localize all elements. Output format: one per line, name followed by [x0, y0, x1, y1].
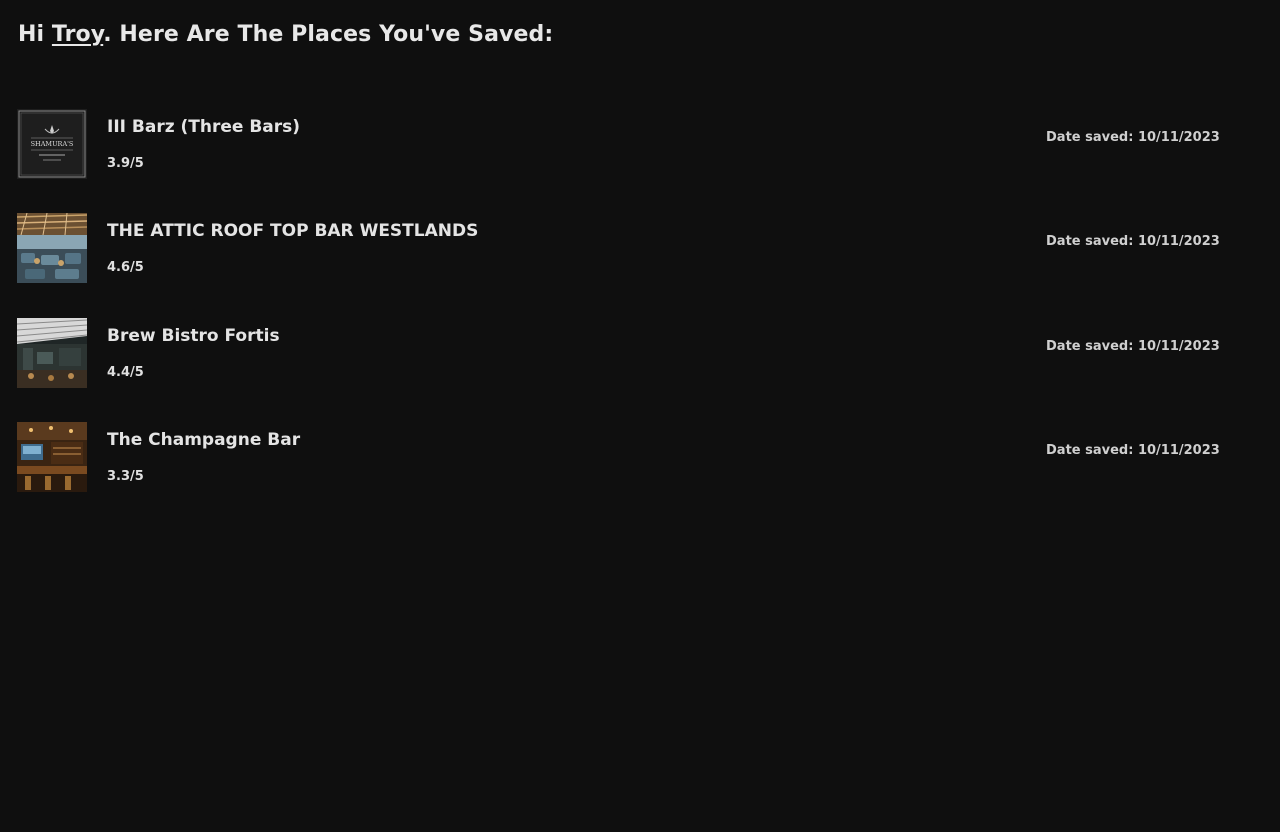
place-rating: 4.6/5: [107, 260, 144, 275]
place-thumbnail[interactable]: SHAMURA'S: [17, 109, 87, 179]
page-title: Hi Troy. Here Are The Places You've Save…: [18, 22, 553, 47]
greeting-suffix: . Here Are The Places You've Saved:: [103, 22, 554, 47]
date-saved: Date saved: 10/11/2023: [1046, 130, 1220, 145]
svg-text:SHAMURA'S: SHAMURA'S: [31, 140, 74, 148]
place-photo-image: [17, 422, 87, 492]
place-name[interactable]: Brew Bistro Fortis: [107, 326, 280, 346]
date-saved: Date saved: 10/11/2023: [1046, 339, 1220, 354]
greeting-prefix: Hi: [18, 22, 45, 47]
user-name-link[interactable]: Troy: [52, 22, 103, 47]
place-photo-image: [17, 213, 87, 283]
place-rating: 3.3/5: [107, 469, 144, 484]
saved-places-page: Hi Troy. Here Are The Places You've Save…: [0, 0, 1280, 832]
saved-place-item[interactable]: The Champagne Bar 3.3/5 Date saved: 10/1…: [0, 422, 1280, 492]
place-thumbnail[interactable]: [17, 213, 87, 283]
saved-place-item[interactable]: THE ATTIC ROOF TOP BAR WESTLANDS 4.6/5 D…: [0, 213, 1280, 283]
date-saved: Date saved: 10/11/2023: [1046, 443, 1220, 458]
place-thumbnail[interactable]: [17, 318, 87, 388]
place-name[interactable]: THE ATTIC ROOF TOP BAR WESTLANDS: [107, 221, 478, 241]
place-logo-image: SHAMURA'S: [17, 109, 87, 179]
saved-place-item[interactable]: SHAMURA'S III Barz (Three Bars) 3.9/5 Da…: [0, 109, 1280, 179]
place-name[interactable]: The Champagne Bar: [107, 430, 300, 450]
place-thumbnail[interactable]: [17, 422, 87, 492]
place-rating: 4.4/5: [107, 365, 144, 380]
date-saved: Date saved: 10/11/2023: [1046, 234, 1220, 249]
place-rating: 3.9/5: [107, 156, 144, 171]
saved-place-item[interactable]: Brew Bistro Fortis 4.4/5 Date saved: 10/…: [0, 318, 1280, 388]
place-name[interactable]: III Barz (Three Bars): [107, 117, 300, 137]
place-photo-image: [17, 318, 87, 388]
